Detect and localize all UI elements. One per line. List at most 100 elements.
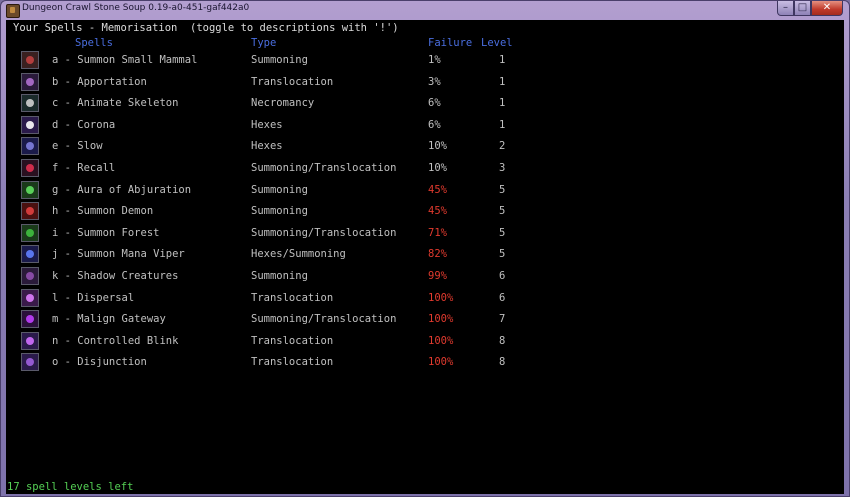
- spell-level: 5: [499, 226, 506, 239]
- spell-failure: 100%: [428, 356, 454, 369]
- spell-level: 6: [499, 291, 506, 304]
- spell-name: a - Summon Small Mammal: [52, 54, 198, 66]
- spell-failure: 1%: [428, 54, 441, 66]
- spell-row[interactable]: n - Controlled Blink Translocation 100% 8: [6, 331, 844, 352]
- spell-row[interactable]: d - Corona Hexes 6% 1: [6, 115, 844, 136]
- spell-name: n - Controlled Blink: [52, 334, 179, 347]
- app-window: Dungeon Crawl Stone Soup 0.19-a0-451-gaf…: [0, 0, 850, 497]
- spell-type: Necromancy: [251, 97, 315, 110]
- spell-failure: 100%: [428, 334, 454, 347]
- spell-row[interactable]: c - Animate Skeleton Necromancy 6% 1: [6, 93, 844, 114]
- minimize-icon: –: [783, 2, 788, 13]
- spell-row[interactable]: b - Apportation Translocation 3% 1: [6, 72, 844, 93]
- spell-level: 1: [499, 75, 506, 88]
- spell-row[interactable]: f - Recall Summoning/Translocation 10% 3: [6, 158, 844, 179]
- maximize-icon: □: [797, 2, 808, 13]
- close-icon: ✕: [822, 2, 832, 13]
- corona-icon: [21, 115, 39, 134]
- spell-type: Hexes: [251, 118, 283, 131]
- summon-forest-icon: [21, 223, 39, 242]
- malign-gateway-icon: [21, 310, 39, 329]
- spell-level: 8: [499, 356, 506, 369]
- window-title: Dungeon Crawl Stone Soup 0.19-a0-451-gaf…: [22, 3, 250, 13]
- spell-row[interactable]: e - Slow Hexes 10% 2: [6, 136, 844, 157]
- apportation-icon: [21, 72, 39, 91]
- column-header-level: Level: [481, 37, 513, 49]
- spell-name: f - Recall: [52, 162, 116, 174]
- spell-type: Summoning: [251, 183, 308, 196]
- spell-name: j - Summon Mana Viper: [52, 248, 185, 261]
- spell-level: 1: [499, 54, 506, 66]
- spell-name: e - Slow: [52, 140, 103, 153]
- spell-type: Hexes/Summoning: [251, 248, 346, 261]
- spell-type: Hexes: [251, 140, 283, 153]
- spell-failure: 10%: [428, 162, 447, 174]
- spell-type: Summoning/Translocation: [251, 226, 397, 239]
- spell-type: Summoning: [251, 54, 308, 66]
- spell-failure: 99%: [428, 270, 447, 282]
- spell-name: g - Aura of Abjuration: [52, 183, 192, 196]
- minimize-button[interactable]: –: [777, 1, 794, 16]
- spell-name: m - Malign Gateway: [52, 313, 166, 326]
- spell-failure: 100%: [428, 291, 454, 304]
- spell-level: 3: [499, 162, 506, 174]
- spell-name: k - Shadow Creatures: [52, 270, 179, 282]
- spell-failure: 71%: [428, 226, 447, 239]
- spell-row[interactable]: g - Aura of Abjuration Summoning 45% 5: [6, 180, 844, 201]
- recall-icon: [21, 159, 39, 177]
- title-bar[interactable]: Dungeon Crawl Stone Soup 0.19-a0-451-gaf…: [1, 1, 849, 19]
- spell-name: b - Apportation: [52, 75, 147, 88]
- spell-type: Summoning/Translocation: [251, 162, 397, 174]
- slow-icon: [21, 137, 39, 156]
- spell-type: Summoning: [251, 270, 308, 282]
- spell-level: 8: [499, 334, 506, 347]
- spell-type: Translocation: [251, 334, 334, 347]
- aura-of-abjuration-icon: [21, 180, 39, 199]
- spell-failure: 6%: [428, 118, 441, 131]
- spell-name: h - Summon Demon: [52, 205, 154, 218]
- column-header-failure: Failure: [428, 37, 473, 49]
- spell-level: 7: [499, 313, 506, 326]
- spell-type: Translocation: [251, 75, 334, 88]
- close-button[interactable]: ✕: [811, 1, 843, 16]
- spell-row[interactable]: m - Malign Gateway Summoning/Translocatio…: [6, 309, 844, 330]
- spell-row[interactable]: j - Summon Mana Viper Hexes/Summoning 82% 5: [6, 244, 844, 265]
- spell-level: 5: [499, 205, 506, 218]
- spell-level: 5: [499, 183, 506, 196]
- spell-level: 1: [499, 118, 506, 131]
- column-header-type: Type: [251, 37, 277, 49]
- spell-type: Summoning: [251, 205, 308, 218]
- spell-row[interactable]: a - Summon Small Mammal Summoning 1% 1: [6, 50, 844, 71]
- dispersal-icon: [21, 288, 39, 307]
- spell-failure: 3%: [428, 75, 441, 88]
- spell-row[interactable]: o - Disjunction Translocation 100% 8: [6, 352, 844, 373]
- shadow-creatures-icon: [21, 267, 39, 285]
- summon-mana-viper-icon: [21, 245, 39, 264]
- column-header-spells: Spells: [75, 37, 113, 49]
- spell-type: Summoning/Translocation: [251, 313, 397, 326]
- spell-name: o - Disjunction: [52, 356, 147, 369]
- disjunction-icon: [21, 353, 39, 372]
- spell-level: 6: [499, 270, 506, 282]
- spell-row[interactable]: i - Summon Forest Summoning/Translocation…: [6, 223, 844, 244]
- spell-failure: 10%: [428, 140, 447, 153]
- spell-failure: 100%: [428, 313, 454, 326]
- maximize-button[interactable]: □: [794, 1, 811, 16]
- spell-row[interactable]: h - Summon Demon Summoning 45% 5: [6, 201, 844, 222]
- game-terminal[interactable]: Your Spells - Memorisation (toggle to de…: [6, 20, 844, 494]
- app-icon: [6, 4, 20, 18]
- spell-name: i - Summon Forest: [52, 226, 160, 239]
- controlled-blink-icon: [21, 331, 39, 350]
- spell-type: Translocation: [251, 356, 334, 369]
- summon-demon-icon: [21, 202, 39, 221]
- animate-skeleton-icon: [21, 94, 39, 113]
- spell-row[interactable]: l - Dispersal Translocation 100% 6: [6, 288, 844, 309]
- spell-failure: 45%: [428, 183, 447, 196]
- window-controls: – □ ✕: [777, 1, 843, 16]
- spell-levels-left: 17 spell levels left: [7, 481, 134, 493]
- spell-type: Translocation: [251, 291, 334, 304]
- spell-level: 1: [499, 97, 506, 110]
- spell-name: c - Animate Skeleton: [52, 97, 179, 110]
- spell-level: 2: [499, 140, 506, 153]
- spell-row[interactable]: k - Shadow Creatures Summoning 99% 6: [6, 266, 844, 287]
